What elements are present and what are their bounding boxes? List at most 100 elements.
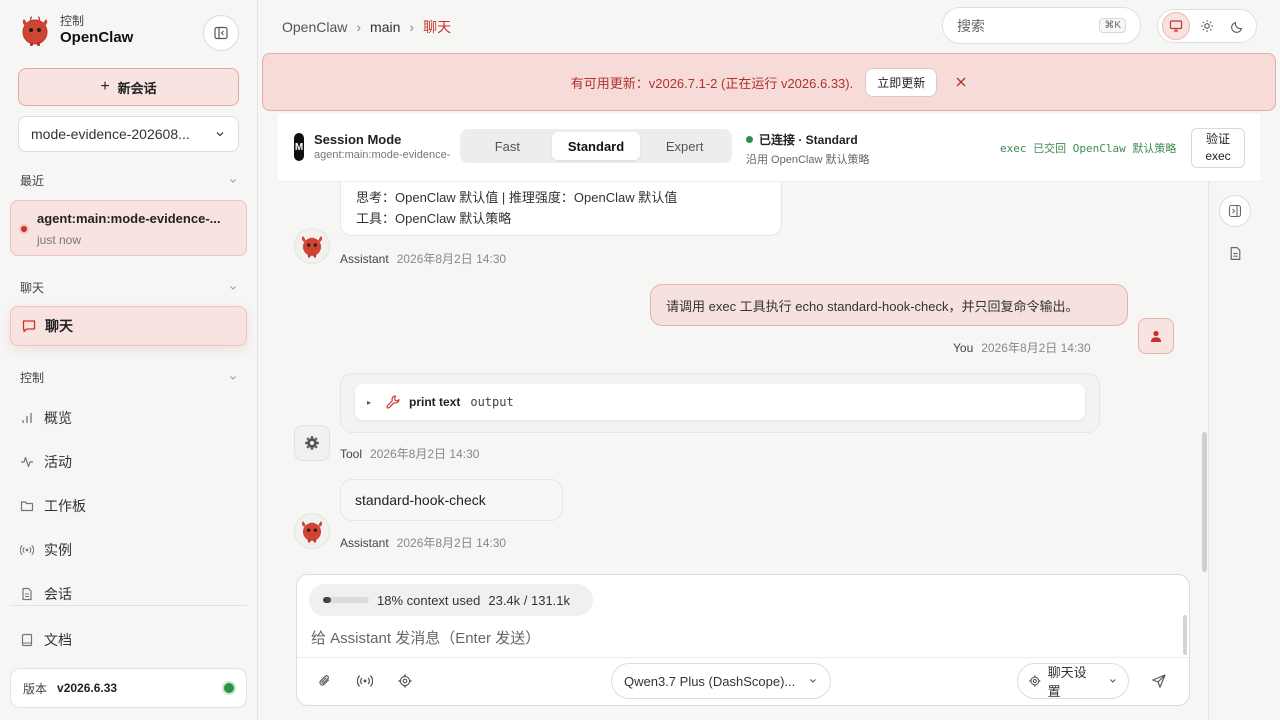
tool-name: print text (409, 395, 461, 409)
chat-section-header[interactable]: 聊天 (20, 279, 238, 296)
theme-switcher (1157, 9, 1257, 43)
model-select[interactable]: Qwen3.7 Plus (DashScope)... (611, 663, 831, 699)
sidebar: 控制 OpenClaw + 新会话 mode-evidence-202608..… (0, 0, 258, 720)
document-panel-button[interactable] (1219, 237, 1251, 269)
theme-dark-button[interactable] (1224, 12, 1252, 40)
sidebar-item-activity[interactable]: 活动 (20, 452, 72, 472)
sidebar-item-label: 实例 (44, 542, 72, 558)
sidebar-collapse-button[interactable] (203, 15, 239, 51)
theme-system-button[interactable] (1162, 12, 1191, 40)
status-dot-icon (746, 136, 753, 143)
verify-exec-button[interactable]: 验证 exec (1191, 128, 1245, 168)
sidebar-item-chat-label: 聊天 (45, 318, 73, 334)
gear-icon (305, 436, 319, 450)
recent-section-header[interactable]: 最近 (20, 172, 238, 189)
chevron-right-icon: › (409, 19, 415, 35)
control-section-label: 控制 (20, 371, 45, 385)
pulse-icon (21, 456, 33, 468)
chat-bubble-icon (22, 320, 36, 333)
book-icon (21, 633, 33, 647)
chat-section-label: 聊天 (20, 281, 45, 295)
version-value: v2026.6.33 (57, 681, 118, 695)
sidebar-item-sessions[interactable]: 会话 (20, 584, 72, 604)
recent-session-item[interactable]: agent:main:mode-evidence-... just now (10, 200, 247, 256)
message-input[interactable]: 给 Assistant 发消息（Enter 发送） (311, 627, 540, 648)
send-icon (1152, 674, 1166, 688)
verify-exec-label: exec (1205, 149, 1231, 163)
message-meta: You 2026年8月2日 14:30 (953, 339, 1091, 356)
connection-status: 已连接 · Standard (746, 131, 858, 148)
user-message: 请调用 exec 工具执行 echo standard-hook-check，并… (650, 284, 1128, 326)
update-now-button[interactable]: 立即更新 (865, 67, 938, 97)
mode-option-expert[interactable]: Expert (640, 132, 729, 160)
sidebar-item-overview[interactable]: 概览 (20, 408, 72, 428)
sidebar-item-board[interactable]: 工作板 (20, 496, 86, 516)
moon-icon (1230, 21, 1242, 33)
user-icon (1150, 330, 1162, 342)
panel-toggle-button[interactable] (1219, 195, 1251, 227)
mode-title: Session Mode (314, 132, 402, 147)
recent-section-label: 最近 (20, 174, 45, 188)
assistant-message: 思考：OpenClaw 默认值 | 推理强度：OpenClaw 默认值 工具：O… (340, 182, 782, 236)
sun-icon (1200, 20, 1213, 32)
status-online-icon (224, 683, 234, 693)
message-author: Assistant (340, 252, 389, 266)
new-session-label: 新会话 (117, 80, 157, 96)
theme-light-button[interactable] (1193, 12, 1221, 40)
sidebar-divider (10, 605, 247, 606)
chat-settings-button[interactable]: 聊天设置 (1017, 663, 1129, 699)
message-meta: Tool 2026年8月2日 14:30 (340, 445, 479, 462)
context-usage: 18% context used 23.4k / 131.1k (309, 584, 593, 616)
voice-button[interactable] (355, 671, 375, 691)
control-section-header[interactable]: 控制 (20, 369, 238, 386)
version-info: 版本 v2026.6.33 (10, 668, 247, 708)
broadcast-icon (357, 675, 373, 687)
sidebar-toggle-icon (214, 26, 228, 40)
chevron-down-icon (1110, 679, 1116, 683)
search-placeholder: 搜索 (957, 17, 985, 34)
top-bar: OpenClaw › main › 聊天 搜索 ⌘K (258, 0, 1280, 52)
attach-button[interactable] (315, 671, 335, 691)
breadcrumb-root[interactable]: OpenClaw (282, 19, 347, 35)
mode-option-fast[interactable]: Fast (463, 132, 552, 160)
chevron-down-icon (810, 679, 816, 683)
tools-settings-button[interactable] (395, 671, 415, 691)
send-button[interactable] (1147, 669, 1171, 693)
sidebar-item-instances[interactable]: 实例 (20, 540, 72, 560)
search-input[interactable]: 搜索 ⌘K (942, 7, 1141, 44)
new-session-button[interactable]: + 新会话 (18, 68, 239, 106)
context-progress-fill (323, 597, 332, 603)
update-banner: 有可用更新：v2026.7.1-2 (正在运行 v2026.6.33). 立即更… (262, 53, 1276, 111)
message-time: 2026年8月2日 14:30 (981, 341, 1091, 355)
update-banner-text: 有可用更新：v2026.7.1-2 (正在运行 v2026.6.33). (570, 75, 854, 91)
model-select-value: Qwen3.7 Plus (DashScope)... (624, 673, 796, 689)
message-line: 工具：OpenClaw 默认策略 (356, 211, 512, 226)
paperclip-icon (319, 675, 330, 686)
message-author: Tool (340, 447, 363, 461)
composer-scrollbar[interactable] (1183, 615, 1187, 655)
chevron-right-icon: › (356, 19, 362, 35)
tool-call-row[interactable]: ▸ print text output (355, 384, 1085, 420)
openclaw-logo-icon (301, 236, 323, 258)
context-usage-numbers: 23.4k / 131.1k (488, 592, 571, 608)
sidebar-item-chat[interactable]: 聊天 (10, 306, 247, 346)
chat-thread: 思考：OpenClaw 默认值 | 推理强度：OpenClaw 默认值 工具：O… (278, 182, 1208, 572)
message-author: Assistant (340, 536, 389, 550)
session-select[interactable]: mode-evidence-202608... (18, 116, 239, 152)
mode-option-standard[interactable]: Standard (551, 132, 641, 160)
brand[interactable]: 控制 OpenClaw (18, 14, 133, 48)
sidebar-item-docs[interactable]: 文档 (20, 630, 72, 650)
chat-scrollbar[interactable] (1202, 432, 1207, 572)
close-icon[interactable] (955, 76, 967, 88)
message-meta: Assistant 2026年8月2日 14:30 (340, 534, 506, 551)
chevron-down-icon (230, 375, 236, 380)
wrench-icon (386, 395, 400, 409)
session-select-value: mode-evidence-202608... (31, 126, 190, 142)
message-author: You (953, 341, 974, 355)
mode-session-key: agent:main:mode-evidence- (314, 149, 451, 161)
document-icon (22, 587, 32, 601)
breadcrumb-agent[interactable]: main (370, 19, 400, 35)
context-progress-bar (323, 597, 369, 603)
chevron-down-icon (216, 132, 224, 137)
caret-right-icon: ▸ (367, 397, 372, 407)
